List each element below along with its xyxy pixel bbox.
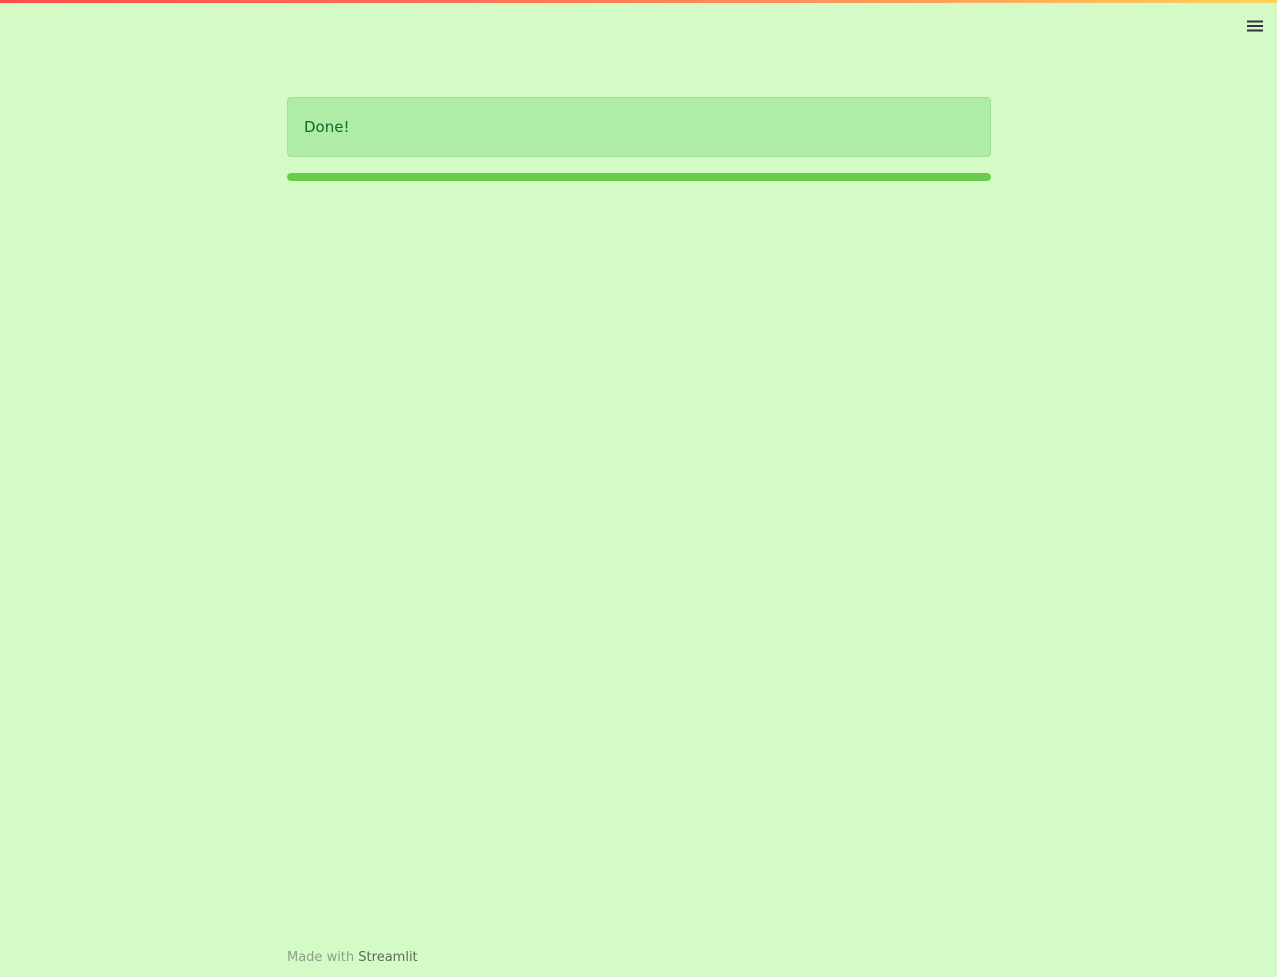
success-alert: Done! bbox=[287, 97, 991, 157]
top-decoration-bar bbox=[0, 0, 1277, 3]
hamburger-menu-icon bbox=[1247, 20, 1263, 32]
footer: Made with Streamlit bbox=[287, 950, 418, 965]
progress-bar-fill bbox=[287, 173, 991, 181]
footer-streamlit-link[interactable]: Streamlit bbox=[358, 950, 417, 965]
success-alert-text: Done! bbox=[304, 118, 350, 136]
progress-bar bbox=[287, 173, 991, 181]
main-menu-button[interactable] bbox=[1243, 14, 1267, 38]
footer-prefix: Made with bbox=[287, 950, 355, 965]
main-content: Done! bbox=[287, 97, 991, 181]
